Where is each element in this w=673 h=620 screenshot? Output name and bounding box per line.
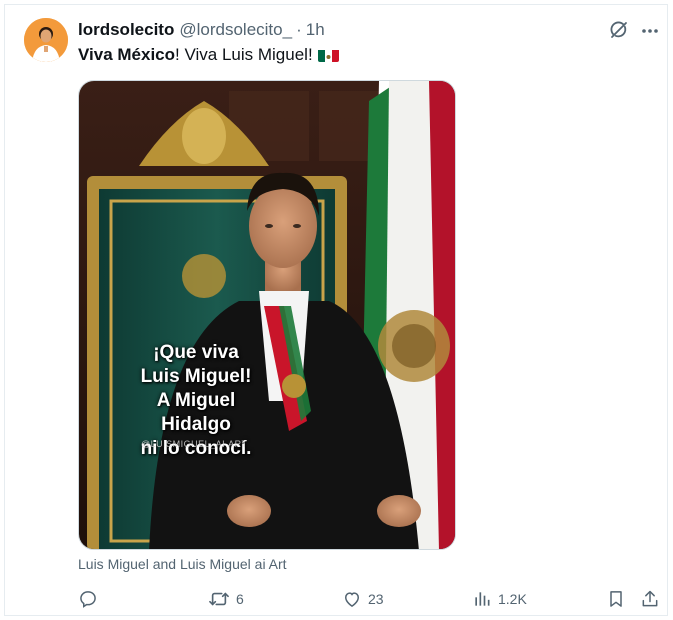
bookmark-icon (610, 591, 622, 607)
more-icon[interactable] (640, 21, 660, 41)
share-icon (642, 590, 658, 607)
separator-dot: · (296, 20, 302, 39)
tweet-header: lordsolecito @lordsolecito_ · 1h (78, 20, 325, 40)
like-icon (344, 592, 360, 607)
like-count: 23 (368, 591, 384, 607)
media-caption: Luis Miguel and Luis Miguel ai Art (78, 556, 287, 572)
action-bar: 6 23 1.2K (78, 588, 662, 610)
reply-button[interactable] (78, 588, 104, 610)
views-icon (475, 592, 490, 606)
retweet-button[interactable]: 6 (208, 588, 244, 610)
views-count: 1.2K (498, 591, 527, 607)
timestamp[interactable]: 1h (306, 20, 325, 40)
tweet-text: Viva México! Viva Luis Miguel! (78, 44, 339, 66)
grok-icon[interactable] (609, 20, 629, 40)
overlay-line: Luis Miguel! (140, 366, 252, 387)
retweet-count: 6 (236, 591, 244, 607)
share-button[interactable] (640, 588, 660, 610)
user-handle[interactable]: @lordsolecito_ (179, 20, 292, 40)
image-watermark: @LUISMIGUEL_AI.ART (141, 439, 248, 449)
views-button[interactable]: 1.2K (472, 588, 527, 610)
tweet-text-bold: Viva México (78, 45, 176, 64)
tweet-image[interactable]: ¡Que viva Luis Miguel! A Miguel Hidalgo … (78, 80, 456, 550)
reply-icon (80, 591, 96, 608)
overlay-line: ¡Que viva (153, 342, 239, 363)
bookmark-button[interactable] (606, 588, 626, 610)
tweet-text-rest: ! Viva Luis Miguel! (175, 45, 313, 64)
display-name[interactable]: lordsolecito (78, 20, 174, 40)
overlay-line: A Miguel Hidalgo (156, 390, 236, 435)
retweet-icon (209, 592, 229, 606)
avatar[interactable] (24, 18, 68, 62)
like-button[interactable]: 23 (342, 588, 384, 610)
mexico-flag-icon (317, 48, 339, 62)
